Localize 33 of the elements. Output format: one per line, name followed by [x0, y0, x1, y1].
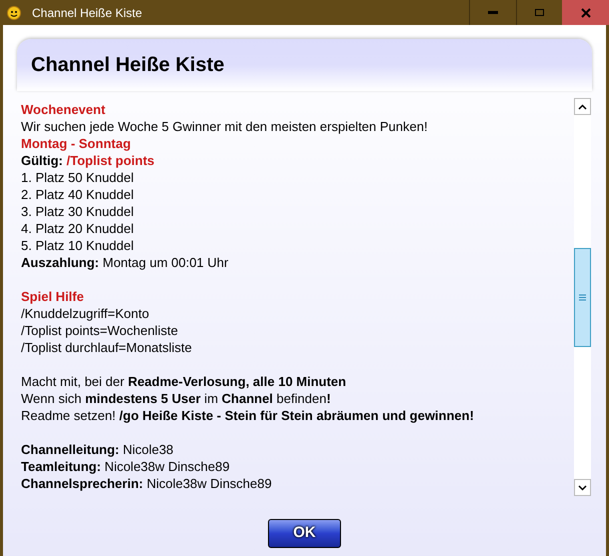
window-title: Channel Heiße Kiste — [32, 4, 142, 22]
text-line: Channelleitung: Nicole38 — [21, 441, 174, 458]
scrollbar[interactable] — [574, 98, 591, 496]
text-line: /Toplist durchlauf=Monatsliste — [21, 339, 192, 356]
text-line: 1. Platz 50 Knuddel — [21, 169, 134, 186]
text-line: 5. Platz 10 Knuddel — [21, 237, 134, 254]
chevron-down-icon — [578, 484, 587, 490]
smiley-icon — [6, 4, 22, 20]
text-line: Readme setzen! /go Heiße Kiste - Stein für Stein abräumen und gewinnen! — [21, 407, 474, 424]
text-line: Wir suchen jede Woche 5 Gwinner mit den meisten erspielten Punken! — [21, 118, 428, 135]
chevron-up-icon — [578, 104, 587, 110]
close-icon — [580, 8, 590, 18]
text-line: 2. Platz 40 Knuddel — [21, 186, 134, 203]
text-line: Wenn sich mindestens 5 User im Channel befinden! — [21, 390, 331, 407]
text-line: Channelsprecherin: Nicole38w Dinsche89 — [21, 475, 272, 492]
dialog-title: Channel Heiße Kiste — [31, 53, 224, 78]
text-line: Teamleitung: Nicole38w Dinsche89 — [21, 458, 230, 475]
text-line: 4. Platz 20 Knuddel — [21, 220, 134, 237]
text-line: /Knuddelzugriff=Konto — [21, 305, 150, 322]
scroll-down-button[interactable] — [574, 479, 591, 496]
grip-icon — [579, 294, 586, 300]
text-line: Macht mit, bei der Readme-Verlosung, alle 10 Minuten — [21, 373, 346, 390]
ok-button[interactable]: OK — [268, 519, 341, 548]
close-button[interactable] — [562, 0, 609, 25]
text-line: Gültig: /Toplist points — [21, 152, 154, 169]
text-line: /Toplist points=Wochenliste — [21, 322, 178, 339]
scroll-up-button[interactable] — [574, 98, 591, 115]
section-heading: Spiel Hilfe — [21, 288, 84, 305]
section-heading: Wochenevent — [21, 101, 106, 118]
scroll-thumb[interactable] — [574, 248, 591, 346]
text-line: Auszahlung: Montag um 00:01 Uhr — [21, 254, 228, 271]
text-line: 3. Platz 30 Knuddel — [21, 203, 134, 220]
section-heading: Montag - Sonntag — [21, 135, 131, 152]
